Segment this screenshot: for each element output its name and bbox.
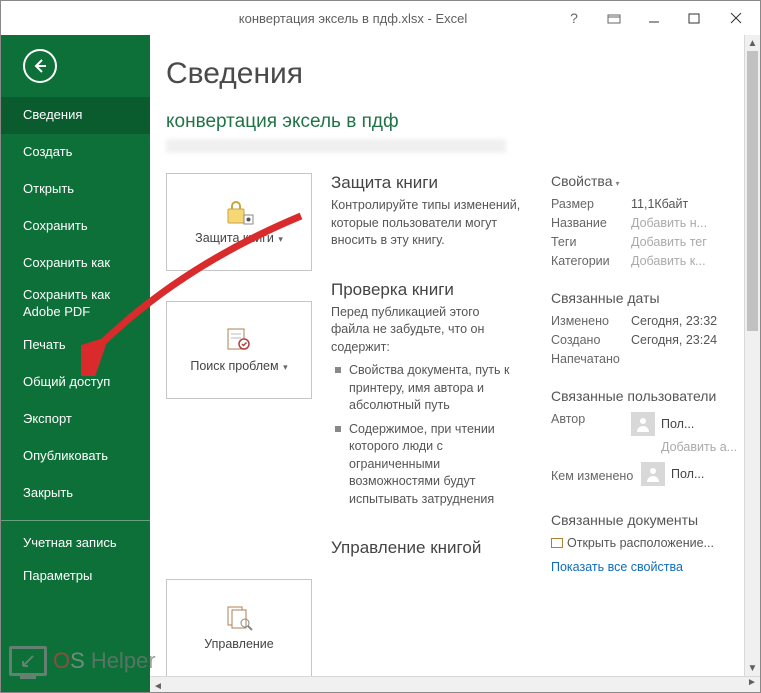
check-issues-button[interactable]: Поиск проблем ▾ — [166, 301, 312, 399]
inspect-icon — [224, 327, 254, 353]
protect-workbook-button[interactable]: Защита книги ▾ — [166, 173, 312, 271]
add-author-link[interactable]: Добавить а... — [661, 440, 737, 454]
page-title: Сведения — [166, 57, 730, 91]
minimize-button[interactable] — [636, 5, 672, 31]
manage-workbook-button[interactable]: Управление — [166, 579, 312, 676]
sidebar-item-info[interactable]: Сведения — [1, 97, 150, 134]
manage-button-label: Управление — [204, 637, 274, 651]
manage-icon — [224, 605, 254, 631]
dates-header: Связанные даты — [551, 290, 737, 306]
chevron-down-icon: ▾ — [276, 234, 283, 244]
related-docs-header: Связанные документы — [551, 512, 737, 528]
sidebar-item-publish[interactable]: Опубликовать — [1, 438, 150, 475]
sidebar-item-save-adobe-pdf[interactable]: Сохранить как Adobe PDF — [1, 281, 150, 327]
sidebar-item-share[interactable]: Общий доступ — [1, 364, 150, 401]
sidebar-item-open[interactable]: Открыть — [1, 171, 150, 208]
protect-button-label: Защита книги — [195, 231, 274, 245]
date-row-modified: ИзмененоСегодня, 23:32 — [551, 314, 737, 328]
document-title: конвертация эксель в пдф — [166, 111, 730, 133]
watermark: OSHelper — [9, 646, 156, 676]
author-chip[interactable]: Пол... — [631, 412, 737, 436]
folder-icon — [551, 538, 563, 548]
inspect-section-body: Перед публикацией этого файла не забудьт… — [331, 304, 521, 509]
date-row-printed: Напечатано — [551, 352, 737, 366]
back-button[interactable] — [23, 49, 57, 83]
lock-icon — [224, 199, 254, 225]
inspect-item: Свойства документа, путь к принтеру, имя… — [331, 362, 521, 415]
prop-row-size: Размер11,1Кбайт — [551, 197, 737, 211]
properties-header[interactable]: Свойства▾ — [551, 173, 737, 189]
horizontal-scrollbar[interactable]: ◄► — [150, 676, 760, 692]
window-title: конвертация эксель в пдф.xlsx - Excel — [150, 11, 556, 26]
open-file-location-link[interactable]: Открыть расположение... — [551, 536, 737, 550]
changed-by-chip[interactable]: Пол... — [641, 462, 737, 486]
sidebar-item-export[interactable]: Экспорт — [1, 401, 150, 438]
users-header: Связанные пользователи — [551, 388, 737, 404]
help-button[interactable]: ? — [556, 5, 592, 31]
sidebar-item-close[interactable]: Закрыть — [1, 475, 150, 512]
sidebar-item-options[interactable]: Параметры — [1, 558, 150, 595]
changed-by-label: Кем изменено — [551, 469, 641, 483]
protect-section-header: Защита книги — [331, 173, 521, 193]
vertical-scrollbar[interactable]: ▲ ▼ — [744, 35, 760, 676]
sidebar-item-new[interactable]: Создать — [1, 134, 150, 171]
maximize-button[interactable] — [676, 5, 712, 31]
inspect-item: Содержимое, при чтении которого люди с о… — [331, 421, 521, 509]
chevron-down-icon: ▾ — [615, 179, 619, 188]
date-row-created: СозданоСегодня, 23:24 — [551, 333, 737, 347]
show-all-properties-link[interactable]: Показать все свойства — [551, 560, 737, 574]
prop-row-title[interactable]: НазваниеДобавить н... — [551, 216, 737, 230]
prop-row-tags[interactable]: ТегиДобавить тег — [551, 235, 737, 249]
manage-section-header: Управление книгой — [331, 538, 521, 558]
avatar-icon — [631, 412, 655, 436]
close-button[interactable] — [716, 5, 756, 31]
sidebar-item-print[interactable]: Печать — [1, 327, 150, 364]
protect-section-body: Контролируйте типы изменений, которые по… — [331, 197, 521, 250]
prop-row-categories[interactable]: КатегорииДобавить к... — [551, 254, 737, 268]
chevron-down-icon: ▾ — [281, 362, 288, 372]
sidebar-item-save-as[interactable]: Сохранить как — [1, 245, 150, 282]
ribbon-options-button[interactable] — [596, 5, 632, 31]
avatar-icon — [641, 462, 665, 486]
sidebar-item-save[interactable]: Сохранить — [1, 208, 150, 245]
document-path — [166, 139, 506, 153]
sidebar-item-account[interactable]: Учетная запись — [1, 529, 150, 558]
backstage-sidebar: Сведения Создать Открыть Сохранить Сохра… — [1, 35, 150, 692]
inspect-section-header: Проверка книги — [331, 280, 521, 300]
author-label: Автор — [551, 412, 631, 426]
inspect-button-label: Поиск проблем — [190, 359, 278, 373]
